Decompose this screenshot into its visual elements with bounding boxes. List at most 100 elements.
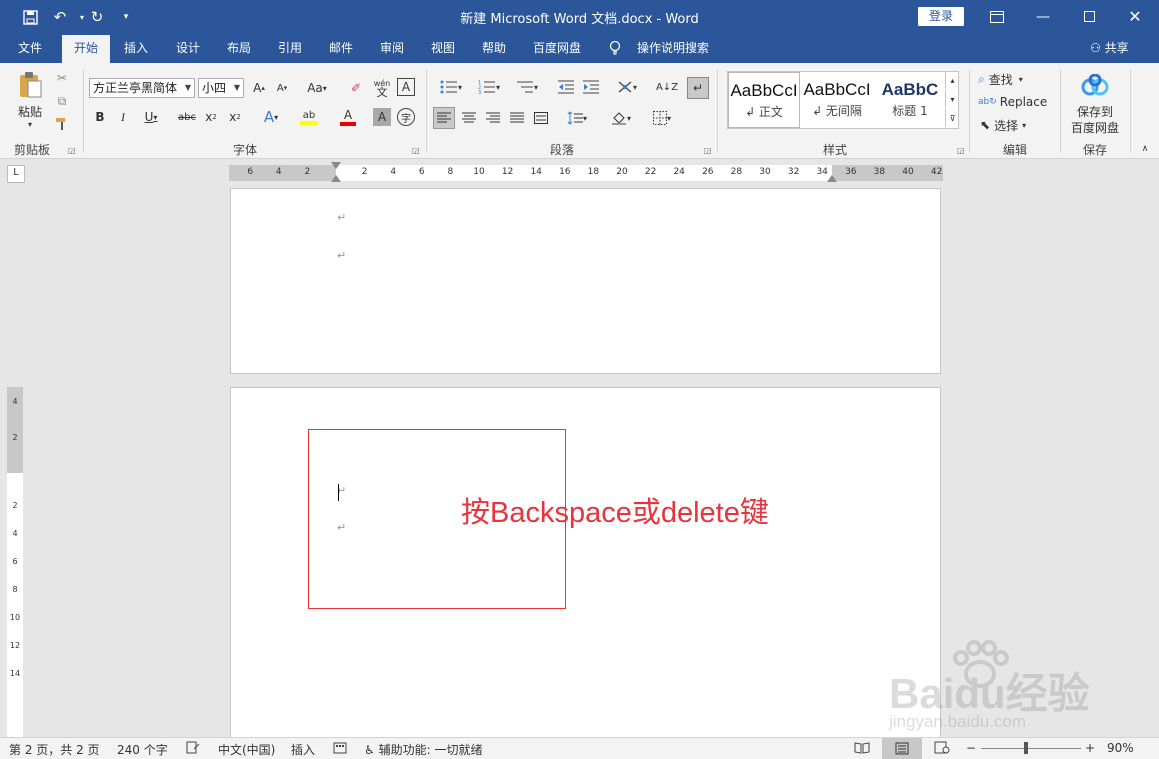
page-count[interactable]: 第 2 页，共 2 页: [9, 741, 100, 758]
tab-review[interactable]: 审阅: [370, 33, 414, 63]
proofing-icon[interactable]: [186, 741, 200, 757]
font-color-icon[interactable]: A: [333, 106, 363, 128]
text-effects-icon[interactable]: A ▾: [256, 108, 286, 126]
maximize-icon[interactable]: [1066, 0, 1112, 33]
bold-icon[interactable]: B: [91, 108, 109, 126]
font-size-combo[interactable]: 小四 ▼: [198, 78, 244, 98]
share-button[interactable]: ⚇ 共享: [1090, 33, 1129, 63]
insert-mode[interactable]: 插入: [291, 741, 315, 758]
shrink-font-icon[interactable]: A ▾: [272, 79, 292, 97]
copy-icon[interactable]: ⧉: [53, 92, 71, 110]
tab-file[interactable]: 文件: [8, 33, 52, 63]
print-layout-icon[interactable]: [882, 738, 922, 759]
style-heading-1[interactable]: AaBbC 标题 1: [874, 72, 946, 128]
read-mode-icon[interactable]: [854, 741, 870, 757]
minimize-icon[interactable]: —: [1020, 0, 1066, 33]
underline-icon[interactable]: U ▾: [138, 108, 164, 126]
character-shading-icon[interactable]: A: [373, 108, 391, 126]
paste-icon[interactable]: [12, 71, 48, 99]
styles-more-icon[interactable]: ⊽: [945, 109, 959, 127]
tab-design[interactable]: 设计: [166, 33, 210, 63]
collapse-ribbon-icon[interactable]: ∧: [1138, 143, 1152, 155]
styles-launcher-icon[interactable]: ◲: [957, 146, 965, 155]
show-hide-marks-icon[interactable]: ↵: [687, 77, 709, 99]
align-center-icon[interactable]: [458, 107, 480, 129]
distributed-icon[interactable]: [530, 107, 552, 129]
find-button[interactable]: ⌕ 查找 ▾: [978, 69, 1048, 89]
replace-button[interactable]: ab↻ Replace: [978, 92, 1058, 112]
paste-dropdown-icon[interactable]: ▾: [22, 119, 38, 129]
save-to-label-1[interactable]: 保存到: [1066, 103, 1124, 119]
sort-icon[interactable]: A↓Z: [656, 77, 678, 97]
macro-recording-icon[interactable]: [333, 741, 347, 757]
format-painter-icon[interactable]: [53, 115, 71, 133]
tab-view[interactable]: 视图: [421, 33, 465, 63]
customize-quick-access-icon[interactable]: ▾: [115, 6, 137, 28]
superscript-icon[interactable]: x2: [226, 108, 244, 126]
style-normal[interactable]: AaBbCcI ↲ 正文: [728, 72, 800, 128]
chinese-layout-icon[interactable]: ▾: [612, 77, 642, 97]
vertical-ruler[interactable]: 4 2 2 4 6 8 10 12 14: [7, 387, 23, 737]
multilevel-list-icon[interactable]: ▾: [510, 77, 544, 97]
subscript-icon[interactable]: x2: [202, 108, 220, 126]
tab-home[interactable]: 开始: [62, 35, 110, 63]
language-indicator[interactable]: 中文(中国): [218, 741, 275, 758]
paragraph-launcher-icon[interactable]: ◲: [704, 146, 712, 155]
align-right-icon[interactable]: [482, 107, 504, 129]
bullets-icon[interactable]: ▾: [434, 77, 468, 97]
paste-label[interactable]: 粘贴: [12, 103, 48, 119]
shading-icon[interactable]: ▾: [604, 107, 638, 129]
zoom-slider-thumb[interactable]: [1024, 742, 1028, 754]
font-name-combo[interactable]: 方正兰亭黑简体 ▼: [89, 78, 195, 98]
tab-selector[interactable]: L: [7, 165, 25, 183]
save-to-label-2[interactable]: 百度网盘: [1066, 119, 1124, 135]
cut-icon[interactable]: ✂: [53, 69, 71, 87]
tab-mailings[interactable]: 邮件: [319, 33, 363, 63]
ribbon-display-options-icon[interactable]: [974, 0, 1020, 33]
web-layout-icon[interactable]: [934, 741, 950, 757]
font-launcher-icon[interactable]: ◲: [412, 146, 420, 155]
tell-me-search[interactable]: 操作说明搜索: [630, 33, 716, 63]
zoom-in-button[interactable]: +: [1085, 741, 1095, 755]
character-border-icon[interactable]: A: [397, 78, 415, 96]
first-line-indent-marker[interactable]: [331, 162, 341, 169]
italic-icon[interactable]: I: [114, 108, 132, 126]
tab-help[interactable]: 帮助: [472, 33, 516, 63]
zoom-level[interactable]: 90%: [1107, 741, 1134, 755]
select-button[interactable]: ⬉ 选择 ▾: [980, 115, 1050, 135]
right-indent-marker[interactable]: [827, 175, 837, 182]
baidu-netdisk-icon[interactable]: [1079, 72, 1111, 98]
redo-icon[interactable]: ↻: [86, 6, 108, 28]
hanging-indent-marker[interactable]: [331, 175, 341, 182]
tab-references[interactable]: 引用: [268, 33, 312, 63]
highlight-color-icon[interactable]: ab: [292, 106, 326, 128]
numbering-icon[interactable]: 1 2 3 ▾: [472, 77, 506, 97]
login-button[interactable]: 登录: [918, 7, 964, 26]
phonetic-guide-icon[interactable]: wén 文: [371, 77, 393, 99]
tab-insert[interactable]: 插入: [114, 33, 158, 63]
undo-icon[interactable]: ↶: [49, 6, 71, 28]
tab-baidu-netdisk[interactable]: 百度网盘: [526, 33, 588, 63]
justify-icon[interactable]: [506, 107, 528, 129]
horizontal-ruler[interactable]: 6 4 2 2 4 6 8 10 12 14 16 18 20 22 24 26 28 30 32 34 36 38 40 4…: [229, 162, 943, 182]
clear-formatting-icon[interactable]: ✐: [346, 79, 366, 97]
align-left-icon[interactable]: [433, 107, 455, 129]
increase-indent-icon[interactable]: [581, 77, 601, 97]
grow-font-icon[interactable]: A ▴: [249, 79, 269, 97]
clipboard-launcher-icon[interactable]: ◲: [68, 146, 76, 155]
decrease-indent-icon[interactable]: [556, 77, 576, 97]
close-icon[interactable]: ✕: [1112, 0, 1158, 33]
line-spacing-icon[interactable]: ▾: [560, 107, 594, 129]
tab-layout[interactable]: 布局: [217, 33, 261, 63]
word-count[interactable]: 240 个字: [117, 741, 168, 758]
change-case-icon[interactable]: Aa ▾: [302, 79, 332, 97]
accessibility-status[interactable]: ♿ 辅助功能: 一切就绪: [364, 741, 482, 758]
strikethrough-icon[interactable]: abc: [176, 108, 198, 126]
save-icon[interactable]: [19, 6, 41, 28]
enclose-characters-icon[interactable]: 字: [397, 108, 415, 126]
zoom-out-button[interactable]: −: [966, 741, 976, 755]
styles-scroll-down-icon[interactable]: ▾: [945, 90, 959, 108]
borders-icon[interactable]: ▾: [645, 107, 679, 129]
style-no-spacing[interactable]: AaBbCcI ↲ 无间隔: [801, 72, 873, 128]
zoom-slider-track[interactable]: [981, 748, 1081, 749]
